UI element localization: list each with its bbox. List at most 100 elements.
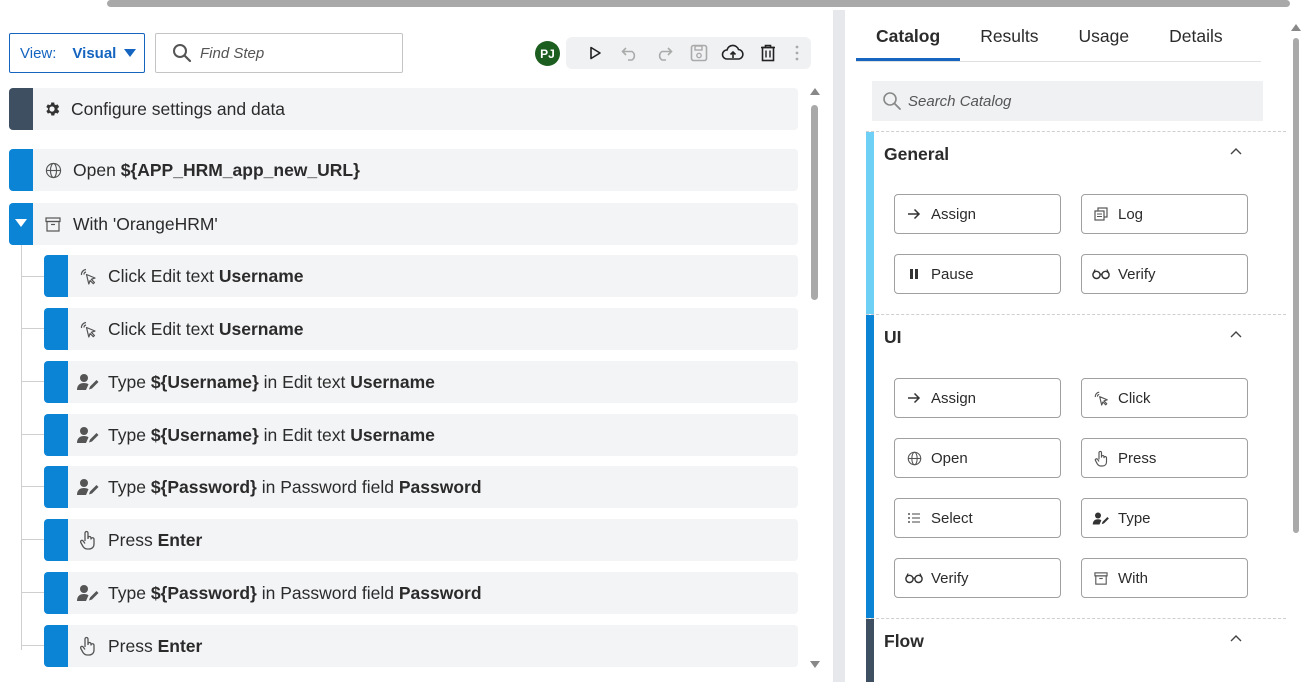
step-row[interactable]: Type ${Password} in Password field Passw…: [44, 466, 798, 508]
glasses-icon: [1092, 269, 1110, 280]
step-handle[interactable]: [44, 519, 68, 561]
step-text-bold: Username: [350, 424, 435, 445]
tree-branch: [21, 434, 44, 435]
step-row[interactable]: Press Enter: [44, 519, 798, 561]
user-edit-icon: [77, 374, 99, 390]
tab-usage[interactable]: Usage: [1059, 22, 1150, 61]
pointer-hand-icon: [79, 636, 95, 656]
tab-results[interactable]: Results: [960, 22, 1058, 61]
save-button[interactable]: [682, 37, 717, 69]
app-root: View: Visual PJ: [0, 0, 1305, 682]
catalog-item-log[interactable]: Log: [1081, 194, 1248, 234]
scroll-down-arrow[interactable]: [810, 661, 820, 668]
avatar[interactable]: PJ: [535, 41, 560, 66]
vertical-scrollbar[interactable]: [811, 105, 818, 300]
run-button[interactable]: [578, 37, 613, 69]
user-edit-icon: [77, 585, 99, 601]
section-stripe: [866, 132, 874, 314]
step-row[interactable]: Click Edit text Username: [44, 255, 798, 297]
section-title[interactable]: Flow: [884, 631, 924, 652]
trash-icon: [760, 44, 775, 62]
step-text-bold: ${Username}: [150, 371, 259, 392]
catalog-item-label: Assign: [931, 389, 977, 407]
step-text-part: Press: [108, 635, 158, 656]
tab-catalog[interactable]: Catalog: [856, 22, 961, 61]
catalog-item-verify[interactable]: Verify: [894, 558, 1061, 598]
catalog-item-verify[interactable]: Verify: [1081, 254, 1248, 294]
step-row[interactable]: Press Enter: [44, 625, 798, 667]
catalog-item-assign[interactable]: Assign: [894, 194, 1061, 234]
section-stripe: [866, 315, 874, 618]
step-row[interactable]: Open ${APP_HRM_app_new_URL}: [9, 149, 798, 191]
more-button[interactable]: [785, 37, 809, 69]
catalog-search-box[interactable]: [872, 81, 1263, 121]
scroll-up-arrow[interactable]: [810, 88, 820, 95]
catalog-item-label: Log: [1118, 205, 1144, 223]
catalog-item-label: Assign: [931, 205, 977, 223]
step-text-bold: ${APP_HRM_app_new_URL}: [120, 159, 360, 180]
list-icon: [908, 513, 920, 523]
step-handle[interactable]: [44, 255, 68, 297]
tree-branch: [21, 486, 44, 487]
step-handle[interactable]: [44, 466, 68, 508]
archive-box-icon: [1094, 571, 1108, 585]
chevron-up-icon[interactable]: [1229, 633, 1243, 643]
play-icon: [590, 46, 602, 60]
gear-icon: [46, 102, 60, 116]
catalog-search-input[interactable]: [908, 92, 1238, 110]
tab-underline: [856, 61, 1261, 62]
step-text: Click Edit text Username: [108, 266, 304, 287]
chevron-up-icon[interactable]: [1229, 329, 1243, 339]
search-icon: [883, 92, 901, 110]
undo-button[interactable]: [613, 37, 648, 69]
find-step-input[interactable]: [200, 44, 390, 62]
view-select[interactable]: View: Visual: [9, 33, 145, 73]
find-step-box[interactable]: [155, 33, 403, 73]
catalog-scroll-up-arrow[interactable]: [1291, 24, 1301, 31]
step-row[interactable]: Configure settings and data: [9, 88, 798, 130]
step-handle[interactable]: [9, 149, 33, 191]
upload-button[interactable]: [716, 37, 751, 69]
step-text-bold: Enter: [157, 529, 203, 550]
catalog-item-label: Press: [1118, 449, 1157, 467]
pane-splitter[interactable]: [833, 10, 845, 682]
tab-details[interactable]: Details: [1149, 22, 1243, 61]
step-handle[interactable]: [44, 308, 68, 350]
step-handle[interactable]: [44, 414, 68, 456]
step-row[interactable]: Type ${Username} in Edit text Username: [44, 361, 798, 403]
step-row[interactable]: Click Edit text Username: [44, 308, 798, 350]
step-handle[interactable]: [44, 361, 68, 403]
step-handle[interactable]: [9, 88, 33, 130]
chevron-up-icon[interactable]: [1229, 146, 1243, 156]
arrow-right-icon: [908, 392, 921, 404]
undo-icon: [621, 47, 635, 61]
redo-button[interactable]: [647, 37, 682, 69]
catalog-item-with[interactable]: With: [1081, 558, 1248, 598]
step-row[interactable]: With 'OrangeHRM': [9, 203, 798, 245]
catalog-item-select[interactable]: Select: [894, 498, 1061, 538]
step-handle[interactable]: [44, 625, 68, 667]
step-handle[interactable]: [9, 203, 33, 245]
step-text-part: Type: [108, 476, 151, 497]
step-handle[interactable]: [44, 572, 68, 614]
catalog-item-press[interactable]: Press: [1081, 438, 1248, 478]
caret-down-icon: [124, 49, 137, 57]
catalog-item-pause[interactable]: Pause: [894, 254, 1061, 294]
step-text-bold: Username: [350, 371, 435, 392]
horizontal-scrollbar[interactable]: [107, 0, 1290, 7]
catalog-item-click[interactable]: Click: [1081, 378, 1248, 418]
step-row[interactable]: Type ${Password} in Password field Passw…: [44, 572, 798, 614]
delete-button[interactable]: [751, 37, 786, 69]
section-title[interactable]: UI: [884, 327, 902, 348]
catalog-item-type[interactable]: Type: [1081, 498, 1248, 538]
catalog-item-open[interactable]: Open: [894, 438, 1061, 478]
collapse-caret-icon[interactable]: [15, 219, 27, 227]
section-title[interactable]: General: [884, 144, 949, 165]
steps-pane: View: Visual PJ: [0, 10, 833, 682]
catalog-scrollbar[interactable]: [1293, 38, 1299, 533]
catalog-item-assign[interactable]: Assign: [894, 378, 1061, 418]
save-icon: [690, 44, 708, 62]
step-row[interactable]: Type ${Username} in Edit text Username: [44, 414, 798, 456]
catalog-item-label: Open: [931, 449, 968, 467]
step-text-part: Press: [108, 529, 158, 550]
